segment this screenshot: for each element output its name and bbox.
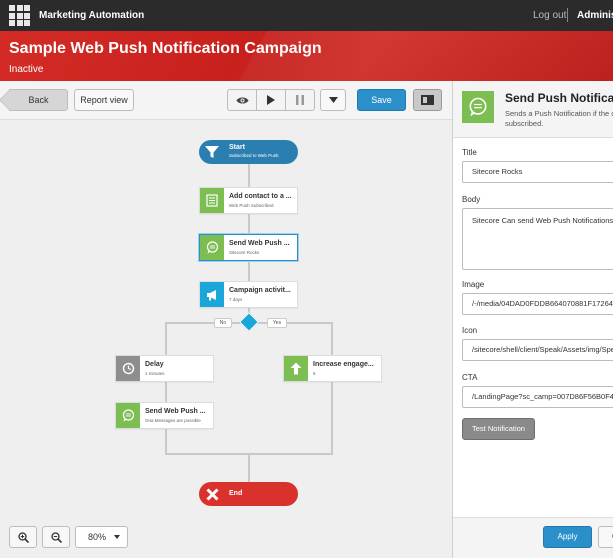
panel-header: Send Push Notificati Sends a Push Notifi… — [453, 81, 613, 138]
apply-button[interactable]: Apply — [543, 526, 592, 548]
chevron-down-icon — [328, 97, 338, 103]
send-web-push-node[interactable]: Send Web Push ... Sitecore Rocks — [199, 234, 298, 261]
image-label: Image — [462, 280, 485, 289]
node-title: Send Web Push ... — [229, 240, 290, 247]
node-title: Increase engage... — [313, 361, 374, 368]
campaign-activity-node[interactable]: Campaign activit... 7 days — [199, 281, 298, 308]
decision-diamond-icon[interactable] — [239, 312, 259, 332]
end-node-title: End — [229, 490, 243, 497]
body-label: Body — [462, 195, 481, 204]
start-node[interactable]: Start Subscribed to Web Push — [199, 140, 298, 164]
panel-footer: Apply C — [453, 517, 613, 558]
app-title: Marketing Automation — [39, 10, 145, 21]
close-x-icon — [203, 485, 221, 503]
back-button[interactable]: Back — [0, 89, 68, 111]
connector-line — [331, 322, 333, 454]
cancel-button[interactable]: C — [598, 526, 613, 548]
top-bar: Marketing Automation Log out Administra — [0, 0, 613, 31]
funnel-icon — [203, 143, 221, 161]
zoom-level-select[interactable]: 80% — [75, 526, 128, 548]
speech-bubble-icon — [116, 403, 140, 428]
node-title: Add contact to a ... — [229, 193, 292, 200]
cta-input[interactable]: /LandingPage?sc_camp=007D86F56B0F4 — [462, 386, 613, 408]
pause-button[interactable] — [286, 90, 314, 110]
page-title: Sample Web Push Notification Campaign — [9, 40, 322, 57]
campaign-header: Sample Web Push Notification Campaign In… — [0, 31, 613, 81]
speech-bubble-icon — [200, 235, 224, 260]
title-label: Title — [462, 148, 477, 157]
start-node-title: Start — [229, 144, 245, 151]
playback-button-group — [227, 89, 315, 111]
report-view-button[interactable]: Report view — [74, 89, 134, 111]
node-subtitle: Ona Messages are possible — [145, 418, 201, 423]
zoom-in-icon — [17, 531, 29, 543]
branch-yes-label: Yes — [267, 318, 287, 328]
node-subtitle: 7 days — [229, 297, 243, 302]
increase-engagement-node[interactable]: Increase engage... 5 — [283, 355, 382, 382]
toggle-panel-button[interactable] — [413, 89, 442, 111]
send-web-push-node-2[interactable]: Send Web Push ... Ona Messages are possi… — [115, 402, 214, 429]
clock-icon — [116, 356, 140, 381]
node-title: Delay — [145, 361, 164, 368]
megaphone-icon — [200, 282, 224, 307]
play-icon — [267, 95, 275, 105]
node-subtitle: Sitecore Rocks — [229, 250, 260, 255]
campaign-status: Inactive — [9, 64, 44, 75]
image-input[interactable]: /-/media/04DAD0FDDB664070881F172640 — [462, 293, 613, 315]
preview-button[interactable] — [228, 90, 257, 110]
pause-icon — [296, 95, 304, 105]
connector-line — [165, 322, 167, 454]
zoom-out-button[interactable] — [42, 526, 70, 548]
branch-no-label: No — [214, 318, 232, 328]
add-contact-node[interactable]: Add contact to a ... Web Push Subscribed — [199, 187, 298, 214]
delay-node[interactable]: Delay 1 minutes — [115, 355, 214, 382]
node-title: Campaign activit... — [229, 287, 291, 294]
node-subtitle: 5 — [313, 371, 316, 376]
more-options-dropdown[interactable] — [320, 89, 346, 111]
logout-link[interactable]: Log out — [533, 10, 566, 21]
zoom-out-icon — [50, 531, 62, 543]
campaign-canvas[interactable]: Start Subscribed to Web Push Add contact… — [0, 120, 452, 517]
panel-title: Send Push Notificati — [505, 91, 613, 105]
cta-label: CTA — [462, 373, 478, 382]
node-subtitle: 1 minutes — [145, 371, 165, 376]
start-node-subtitle: Subscribed to Web Push — [229, 153, 279, 158]
speech-bubble-icon — [462, 91, 494, 123]
arrow-up-icon — [284, 356, 308, 381]
node-title: Send Web Push ... — [145, 408, 206, 415]
editor-toolbar: Back Report view Save — [0, 81, 452, 120]
eye-icon — [236, 97, 248, 103]
user-menu[interactable]: Administra — [577, 10, 613, 21]
zoom-controls: 80% — [0, 517, 452, 558]
icon-input[interactable]: /sitecore/shell/client/Speak/Assets/img/… — [462, 339, 613, 361]
connector-line — [248, 453, 250, 483]
play-button[interactable] — [257, 90, 286, 110]
zoom-in-button[interactable] — [9, 526, 37, 548]
save-button[interactable]: Save — [357, 89, 406, 111]
end-node[interactable]: End — [199, 482, 298, 506]
topbar-divider — [567, 8, 568, 22]
panel-layout-icon — [421, 95, 434, 105]
test-notification-button[interactable]: Test Notification — [462, 418, 535, 440]
back-button-label: Back — [28, 95, 49, 105]
app-grid-logo-icon[interactable] — [9, 5, 30, 26]
panel-description: Sends a Push Notification if the c subsc… — [505, 109, 613, 128]
title-input[interactable]: Sitecore Rocks — [462, 161, 613, 183]
contact-list-icon — [200, 188, 224, 213]
body-textarea[interactable]: Sitecore Can send Web Push Notifications… — [462, 208, 613, 270]
node-subtitle: Web Push Subscribed — [229, 203, 274, 208]
icon-label: Icon — [462, 326, 478, 335]
properties-panel: Send Push Notificati Sends a Push Notifi… — [453, 81, 613, 558]
